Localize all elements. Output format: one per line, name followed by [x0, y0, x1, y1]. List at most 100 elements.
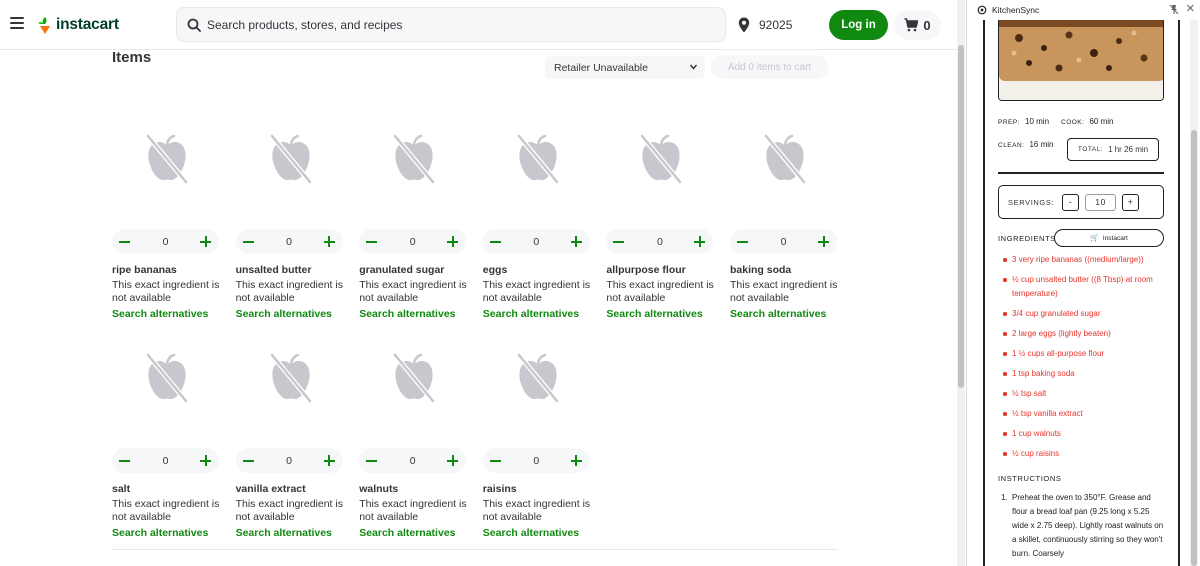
search-bar[interactable] [176, 7, 726, 42]
quantity-stepper: 0 [235, 229, 343, 254]
cart-button[interactable]: 0 [894, 10, 941, 40]
no-image-icon [606, 100, 716, 218]
increase-quantity-button[interactable] [447, 235, 459, 248]
item-name: unsalted butter [235, 264, 312, 276]
item-availability: This exact ingredient is not available [359, 279, 467, 304]
ingredient-item[interactable]: 3/4 cup granulated sugar [998, 307, 1164, 321]
search-alternatives-link[interactable]: Search alternatives [359, 527, 469, 539]
item-card: 0 granulated sugar This exact ingredient i… [359, 100, 469, 320]
decrease-quantity-button[interactable] [737, 236, 749, 248]
search-alternatives-link[interactable]: Search alternatives [483, 527, 593, 539]
chevron-down-icon [690, 64, 697, 70]
decrease-quantity-button[interactable] [366, 236, 378, 248]
quantity-value: 0 [286, 454, 293, 467]
quantity-stepper: 0 [482, 448, 590, 473]
increase-quantity-button[interactable] [570, 235, 583, 248]
hamburger-menu-icon[interactable] [10, 17, 24, 29]
quantity-value: 0 [409, 454, 416, 467]
pin-icon[interactable] [1169, 4, 1179, 15]
increase-quantity-button[interactable] [200, 454, 212, 467]
item-card: 0 eggs This exact ingredient is not availa… [482, 100, 593, 320]
prep-label: PREP: [998, 119, 1021, 126]
instacart-button-label: Instacart [1102, 234, 1128, 242]
increase-quantity-button[interactable] [200, 235, 212, 248]
no-image-icon [359, 100, 469, 218]
panel-scrollbar-thumb[interactable] [1191, 130, 1197, 566]
no-image-icon [483, 100, 593, 218]
ingredient-item[interactable]: 1 tsp baking soda [998, 367, 1164, 381]
increase-quantity-button[interactable] [694, 235, 706, 248]
decrease-quantity-button[interactable] [489, 236, 502, 248]
instacart-button[interactable]: 🛒 Instacart [1054, 229, 1164, 247]
quantity-value: 0 [656, 235, 663, 248]
ingredients-list: 3 very ripe bananas ((medium/large)) ½ cu… [998, 253, 1164, 467]
ingredient-item[interactable]: 3 very ripe bananas ((medium/large)) [998, 253, 1164, 267]
panel-scrollbar[interactable] [1190, 20, 1198, 566]
decrease-quantity-button[interactable] [119, 236, 131, 248]
ingredient-item[interactable]: ½ tsp vanilla extract [998, 407, 1164, 421]
step-number: 1. [1001, 493, 1008, 502]
prep-value: 10 min [1025, 117, 1050, 126]
no-image-icon [730, 100, 840, 218]
zip-code-selector[interactable]: 92025 [738, 16, 792, 34]
ingredient-item[interactable]: ½ tsp salt [998, 387, 1164, 401]
login-button[interactable]: Log in [829, 10, 888, 40]
ingredient-item[interactable]: 1 cup walnuts [998, 427, 1164, 441]
decrease-quantity-button[interactable] [119, 455, 131, 467]
divider [112, 549, 838, 550]
quantity-value: 0 [409, 235, 416, 248]
increase-quantity-button[interactable] [570, 454, 583, 467]
quantity-stepper: 0 [112, 229, 219, 254]
add-items-to-cart-button[interactable]: Add 0 items to cart [711, 55, 828, 79]
decrease-quantity-button[interactable] [366, 455, 378, 467]
instacart-logo[interactable]: instacart [37, 15, 119, 35]
ingredient-item[interactable]: ½ cup raisins [998, 447, 1164, 461]
servings-input[interactable]: 10 [1085, 193, 1117, 211]
search-input[interactable] [207, 17, 687, 32]
page-scrollbar-thumb[interactable] [958, 45, 964, 388]
increase-quantity-button[interactable] [323, 454, 336, 467]
clean-value: 16 min [1029, 140, 1054, 149]
decrease-quantity-button[interactable] [489, 455, 502, 467]
instacart-page: instacart 92025 Log in 0 Items Retailer … [0, 0, 957, 566]
item-name: baking soda [730, 264, 792, 276]
ingredient-item[interactable]: 2 large eggs (lightly beaten) [998, 327, 1164, 341]
item-name: salt [112, 483, 131, 495]
quantity-stepper: 0 [112, 448, 219, 473]
increase-quantity-button[interactable] [447, 454, 459, 467]
kitchensync-logo-icon [977, 5, 987, 15]
item-name: raisins [482, 483, 517, 495]
location-pin-icon [738, 17, 750, 33]
cart-count: 0 [923, 17, 931, 33]
recipe-image [998, 20, 1164, 101]
item-availability: This exact ingredient is not available [606, 279, 714, 304]
increase-quantity-button[interactable] [323, 235, 336, 248]
search-alternatives-link[interactable]: Search alternatives [236, 527, 346, 539]
decrease-quantity-button[interactable] [242, 455, 255, 467]
item-card: 0 vanilla extract This exact ingredient is… [235, 319, 346, 539]
retailer-select[interactable]: Retailer Unavailable [545, 56, 705, 79]
quantity-stepper: 0 [730, 229, 837, 254]
ingredient-item[interactable]: 1 ½ cups all-purpose flour [998, 347, 1164, 361]
servings-increase-button[interactable]: + [1122, 193, 1140, 211]
search-alternatives-link[interactable]: Search alternatives [730, 308, 840, 320]
page-scrollbar[interactable] [957, 0, 965, 566]
cook-label: COOK: [1061, 119, 1085, 126]
ingredient-item[interactable]: ½ cup unsalted butter ((8 Tbsp) at room … [998, 273, 1164, 301]
no-image-icon [112, 319, 222, 437]
quantity-stepper: 0 [359, 448, 467, 473]
item-card: 0 raisins This exact ingredient is not ava… [482, 319, 593, 539]
retailer-select-value: Retailer Unavailable [554, 61, 648, 74]
close-icon[interactable]: ✕ [1186, 3, 1195, 15]
servings-decrease-button[interactable]: - [1062, 193, 1080, 211]
search-alternatives-link[interactable]: Search alternatives [606, 308, 716, 320]
no-image-icon [236, 100, 346, 218]
app: instacart 92025 Log in 0 Items Retailer … [0, 0, 1200, 566]
item-availability: This exact ingredient is not available [482, 498, 591, 523]
decrease-quantity-button[interactable] [242, 236, 255, 248]
search-alternatives-link[interactable]: Search alternatives [112, 527, 222, 539]
item-card: 0 salt This exact ingredient is not availa… [112, 319, 222, 539]
no-image-icon [236, 319, 346, 437]
decrease-quantity-button[interactable] [613, 236, 625, 248]
increase-quantity-button[interactable] [818, 235, 830, 248]
